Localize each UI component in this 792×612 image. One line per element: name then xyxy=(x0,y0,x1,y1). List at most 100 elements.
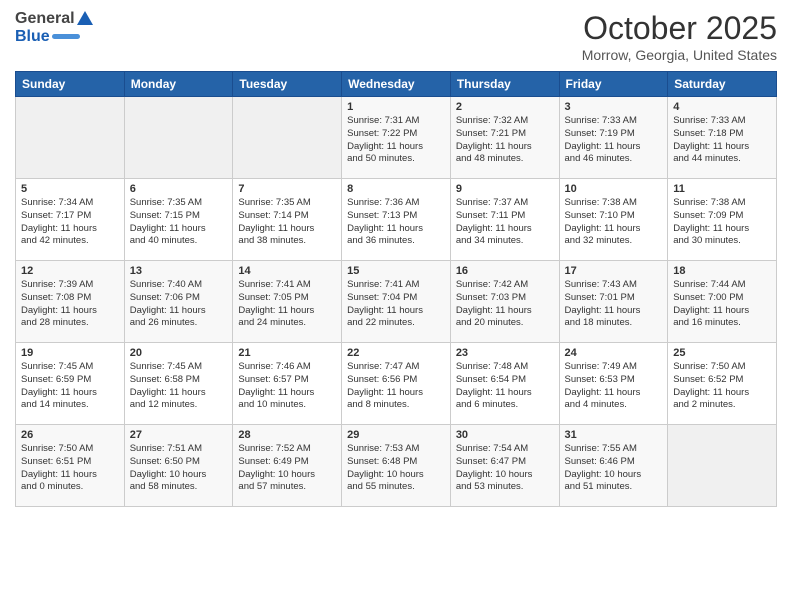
calendar-cell: 7 Sunrise: 7:35 AM Sunset: 7:14 PM Daylig… xyxy=(233,179,342,261)
day-number: 8 xyxy=(347,183,445,195)
day-info: Sunrise: 7:35 AM Sunset: 7:15 PM Dayligh… xyxy=(130,197,228,248)
day-info: Sunrise: 7:39 AM Sunset: 7:08 PM Dayligh… xyxy=(21,279,119,330)
day-number: 6 xyxy=(130,183,228,195)
calendar-week-4: 19 Sunrise: 7:45 AM Sunset: 6:59 PM Dayli… xyxy=(16,343,777,425)
day-number: 23 xyxy=(456,347,554,359)
day-number: 14 xyxy=(238,265,336,277)
calendar-week-5: 26 Sunrise: 7:50 AM Sunset: 6:51 PM Dayli… xyxy=(16,425,777,507)
calendar-cell xyxy=(668,425,777,507)
calendar-cell: 24 Sunrise: 7:49 AM Sunset: 6:53 PM Dayli… xyxy=(559,343,668,425)
col-monday: Monday xyxy=(124,72,233,97)
day-info: Sunrise: 7:47 AM Sunset: 6:56 PM Dayligh… xyxy=(347,361,445,412)
logo: General Blue xyxy=(15,10,93,45)
day-number: 25 xyxy=(673,347,771,359)
calendar-cell: 8 Sunrise: 7:36 AM Sunset: 7:13 PM Daylig… xyxy=(342,179,451,261)
col-friday: Friday xyxy=(559,72,668,97)
day-number: 12 xyxy=(21,265,119,277)
calendar-cell: 3Sunrise: 7:33 AM Sunset: 7:19 PM Daylig… xyxy=(559,97,668,179)
calendar-cell xyxy=(124,97,233,179)
day-info: Sunrise: 7:36 AM Sunset: 7:13 PM Dayligh… xyxy=(347,197,445,248)
day-info: Sunrise: 7:54 AM Sunset: 6:47 PM Dayligh… xyxy=(456,443,554,494)
day-number: 7 xyxy=(238,183,336,195)
day-number: 15 xyxy=(347,265,445,277)
day-number: 4 xyxy=(673,101,771,113)
day-info: Sunrise: 7:45 AM Sunset: 6:59 PM Dayligh… xyxy=(21,361,119,412)
day-info: Sunrise: 7:55 AM Sunset: 6:46 PM Dayligh… xyxy=(565,443,663,494)
calendar-cell: 22 Sunrise: 7:47 AM Sunset: 6:56 PM Dayli… xyxy=(342,343,451,425)
day-info: Sunrise: 7:35 AM Sunset: 7:14 PM Dayligh… xyxy=(238,197,336,248)
day-number: 13 xyxy=(130,265,228,277)
day-number: 31 xyxy=(565,429,663,441)
day-info: Sunrise: 7:45 AM Sunset: 6:58 PM Dayligh… xyxy=(130,361,228,412)
day-number: 22 xyxy=(347,347,445,359)
logo-waves xyxy=(52,34,80,39)
calendar-cell: 2 Sunrise: 7:32 AM Sunset: 7:21 PM Daylig… xyxy=(450,97,559,179)
day-info: Sunrise: 7:42 AM Sunset: 7:03 PM Dayligh… xyxy=(456,279,554,330)
day-number: 16 xyxy=(456,265,554,277)
header-row: Sunday Monday Tuesday Wednesday Thursday… xyxy=(16,72,777,97)
day-number: 21 xyxy=(238,347,336,359)
location-title: Morrow, Georgia, United States xyxy=(582,47,777,63)
day-info: Sunrise: 7:48 AM Sunset: 6:54 PM Dayligh… xyxy=(456,361,554,412)
col-tuesday: Tuesday xyxy=(233,72,342,97)
calendar-cell: 13 Sunrise: 7:40 AM Sunset: 7:06 PM Dayli… xyxy=(124,261,233,343)
day-number: 9 xyxy=(456,183,554,195)
day-number: 18 xyxy=(673,265,771,277)
calendar-table: Sunday Monday Tuesday Wednesday Thursday… xyxy=(15,71,777,507)
day-number: 20 xyxy=(130,347,228,359)
col-saturday: Saturday xyxy=(668,72,777,97)
day-info: Sunrise: 7:46 AM Sunset: 6:57 PM Dayligh… xyxy=(238,361,336,412)
calendar-cell: 18 Sunrise: 7:44 AM Sunset: 7:00 PM Dayli… xyxy=(668,261,777,343)
day-info: Sunrise: 7:41 AM Sunset: 7:04 PM Dayligh… xyxy=(347,279,445,330)
day-number: 30 xyxy=(456,429,554,441)
logo-line: General xyxy=(15,10,93,28)
logo-general-text: General xyxy=(15,10,75,28)
calendar-cell: 20 Sunrise: 7:45 AM Sunset: 6:58 PM Dayli… xyxy=(124,343,233,425)
day-number: 1 xyxy=(347,101,445,113)
day-info: Sunrise: 7:38 AM Sunset: 7:09 PM Dayligh… xyxy=(673,197,771,248)
day-info: Sunrise: 7:34 AM Sunset: 7:17 PM Dayligh… xyxy=(21,197,119,248)
calendar-cell: 21 Sunrise: 7:46 AM Sunset: 6:57 PM Dayli… xyxy=(233,343,342,425)
calendar-cell xyxy=(16,97,125,179)
day-info: Sunrise: 7:50 AM Sunset: 6:52 PM Dayligh… xyxy=(673,361,771,412)
calendar-cell: 26 Sunrise: 7:50 AM Sunset: 6:51 PM Dayli… xyxy=(16,425,125,507)
calendar-week-2: 5Sunrise: 7:34 AM Sunset: 7:17 PM Daylig… xyxy=(16,179,777,261)
calendar-cell: 12 Sunrise: 7:39 AM Sunset: 7:08 PM Dayli… xyxy=(16,261,125,343)
day-info: Sunrise: 7:50 AM Sunset: 6:51 PM Dayligh… xyxy=(21,443,119,494)
day-number: 19 xyxy=(21,347,119,359)
month-title: October 2025 xyxy=(582,10,777,47)
title-area: October 2025 Morrow, Georgia, United Sta… xyxy=(582,10,777,63)
calendar-cell: 4 Sunrise: 7:33 AM Sunset: 7:18 PM Daylig… xyxy=(668,97,777,179)
day-info: Sunrise: 7:40 AM Sunset: 7:06 PM Dayligh… xyxy=(130,279,228,330)
day-number: 26 xyxy=(21,429,119,441)
calendar-cell: 1 Sunrise: 7:31 AM Sunset: 7:22 PM Daylig… xyxy=(342,97,451,179)
day-number: 17 xyxy=(565,265,663,277)
day-number: 2 xyxy=(456,101,554,113)
calendar-cell: 5Sunrise: 7:34 AM Sunset: 7:17 PM Daylig… xyxy=(16,179,125,261)
calendar-cell: 11Sunrise: 7:38 AM Sunset: 7:09 PM Dayli… xyxy=(668,179,777,261)
calendar-cell: 15 Sunrise: 7:41 AM Sunset: 7:04 PM Dayli… xyxy=(342,261,451,343)
day-number: 29 xyxy=(347,429,445,441)
day-info: Sunrise: 7:38 AM Sunset: 7:10 PM Dayligh… xyxy=(565,197,663,248)
day-info: Sunrise: 7:32 AM Sunset: 7:21 PM Dayligh… xyxy=(456,115,554,166)
calendar-week-1: 1 Sunrise: 7:31 AM Sunset: 7:22 PM Daylig… xyxy=(16,97,777,179)
col-wednesday: Wednesday xyxy=(342,72,451,97)
day-number: 28 xyxy=(238,429,336,441)
calendar-cell xyxy=(233,97,342,179)
day-info: Sunrise: 7:31 AM Sunset: 7:22 PM Dayligh… xyxy=(347,115,445,166)
col-sunday: Sunday xyxy=(16,72,125,97)
day-info: Sunrise: 7:33 AM Sunset: 7:18 PM Dayligh… xyxy=(673,115,771,166)
logo-blue-line: Blue xyxy=(15,28,93,46)
calendar-cell: 19 Sunrise: 7:45 AM Sunset: 6:59 PM Dayli… xyxy=(16,343,125,425)
day-info: Sunrise: 7:52 AM Sunset: 6:49 PM Dayligh… xyxy=(238,443,336,494)
header: General Blue October 2025 Morrow, Georgi… xyxy=(15,10,777,63)
day-number: 24 xyxy=(565,347,663,359)
day-info: Sunrise: 7:53 AM Sunset: 6:48 PM Dayligh… xyxy=(347,443,445,494)
calendar-cell: 9 Sunrise: 7:37 AM Sunset: 7:11 PM Daylig… xyxy=(450,179,559,261)
calendar-cell: 29 Sunrise: 7:53 AM Sunset: 6:48 PM Dayli… xyxy=(342,425,451,507)
day-info: Sunrise: 7:44 AM Sunset: 7:00 PM Dayligh… xyxy=(673,279,771,330)
page-container: General Blue October 2025 Morrow, Georgi… xyxy=(0,0,792,517)
day-info: Sunrise: 7:41 AM Sunset: 7:05 PM Dayligh… xyxy=(238,279,336,330)
day-info: Sunrise: 7:37 AM Sunset: 7:11 PM Dayligh… xyxy=(456,197,554,248)
day-info: Sunrise: 7:49 AM Sunset: 6:53 PM Dayligh… xyxy=(565,361,663,412)
